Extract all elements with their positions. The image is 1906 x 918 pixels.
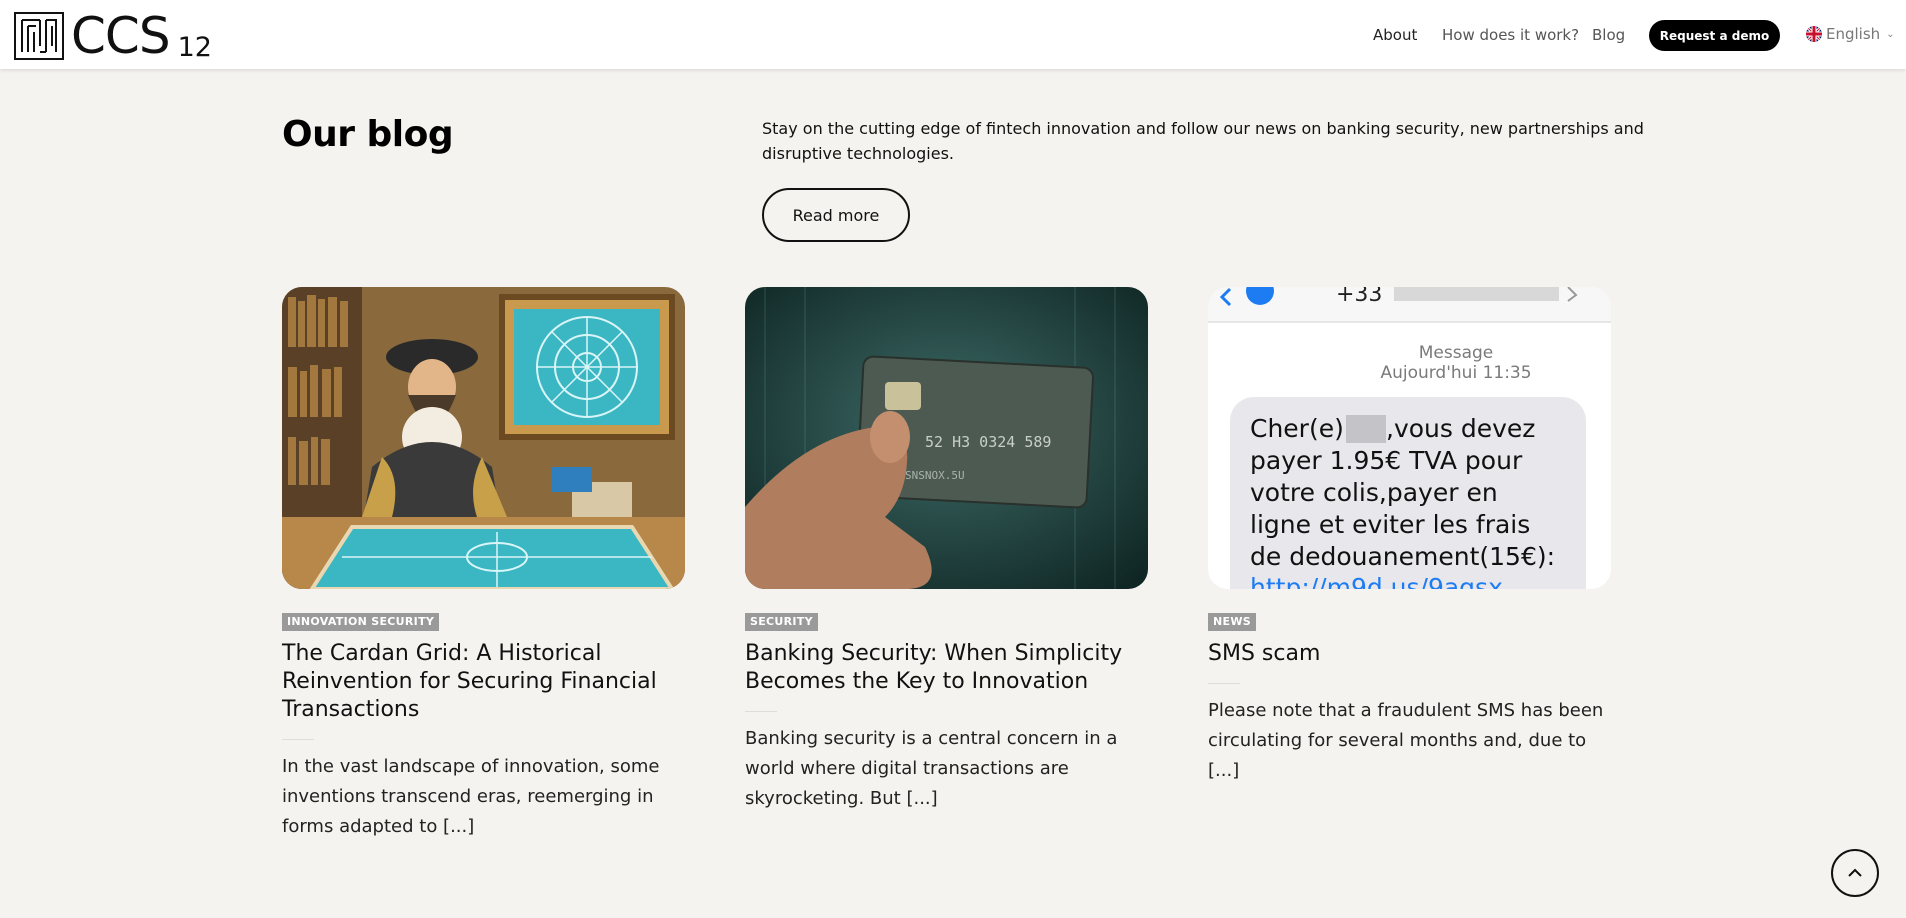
sms-line-2: payer 1.95€ TVA pour — [1250, 446, 1523, 475]
page-title: Our blog — [282, 114, 454, 155]
chevron-up-icon — [1848, 868, 1862, 877]
card-excerpt: Please note that a fraudulent SMS has be… — [1208, 700, 1604, 781]
logo-text: CCS — [71, 7, 171, 65]
sms-line-3: votre colis,payer en — [1250, 478, 1498, 507]
language-selector[interactable]: English ⌄ — [1806, 25, 1895, 43]
card-excerpt: In the vast landscape of innovation, som… — [282, 756, 660, 837]
logo-number: 12 — [177, 32, 212, 63]
logo-maze-icon — [14, 12, 64, 60]
category-tag[interactable]: NEWS — [1208, 613, 1256, 631]
blog-card[interactable]: INNOVATION SECURITY The Cardan Grid: A H… — [282, 287, 685, 842]
site-header: CCS 12 About How does it work? Blog Requ… — [0, 0, 1906, 69]
uk-flag-icon — [1806, 26, 1822, 42]
nav-how-it-works-link[interactable]: How does it work? — [1442, 26, 1579, 44]
intro-text: Stay on the cutting edge of fintech inno… — [762, 119, 1644, 163]
cardan-grid-illustration — [282, 287, 685, 589]
request-demo-button[interactable]: Request a demo — [1649, 20, 1780, 51]
card-number-text: 52 H3 0324 589 — [925, 433, 1051, 451]
credit-card-photo: 52 H3 0324 589 SNSNOX.5U — [745, 287, 1148, 589]
sms-line-4: ligne et eviter les frais — [1250, 510, 1530, 539]
sms-header: Message — [1419, 343, 1494, 363]
blog-card[interactable]: 52 H3 0324 589 SNSNOX.5U SECURITY Bankin… — [745, 287, 1148, 814]
card-title[interactable]: SMS scam — [1208, 640, 1611, 668]
card-name-text: SNSNOX.5U — [905, 469, 965, 482]
sms-line-1b: ,vous devez — [1386, 414, 1535, 443]
card-excerpt: Banking security is a central concern in… — [745, 728, 1118, 809]
card-title[interactable]: Banking Security: When Simplicity Become… — [745, 640, 1148, 696]
nav-about-link[interactable]: About — [1373, 26, 1417, 44]
sms-line-1a: Cher(e) — [1250, 414, 1344, 443]
sms-phone-number: +33 — [1336, 287, 1382, 307]
category-tag[interactable]: INNOVATION SECURITY — [282, 613, 440, 631]
scroll-to-top-button[interactable] — [1831, 849, 1879, 897]
nav-blog-link[interactable]: Blog — [1592, 26, 1625, 44]
logo[interactable]: CCS 12 — [14, 7, 212, 65]
blog-card[interactable]: +33 Message Aujourd'hui 11:35 Cher(e) ,v… — [1208, 287, 1611, 786]
category-tag[interactable]: SECURITY — [745, 613, 818, 631]
card-title[interactable]: The Cardan Grid: A Historical Reinventio… — [282, 640, 685, 724]
language-label: English — [1826, 25, 1881, 43]
divider — [1208, 683, 1240, 684]
sms-screenshot: +33 Message Aujourd'hui 11:35 Cher(e) ,v… — [1208, 287, 1611, 589]
sms-link: http://m9d.us/9agsx — [1250, 573, 1503, 589]
sms-time: Aujourd'hui 11:35 — [1380, 363, 1531, 383]
sms-line-5: de dedouanement(15€): — [1250, 542, 1555, 571]
chevron-down-icon: ⌄ — [1886, 28, 1895, 40]
read-more-button[interactable]: Read more — [762, 188, 910, 242]
divider — [745, 711, 777, 712]
divider — [282, 739, 314, 740]
